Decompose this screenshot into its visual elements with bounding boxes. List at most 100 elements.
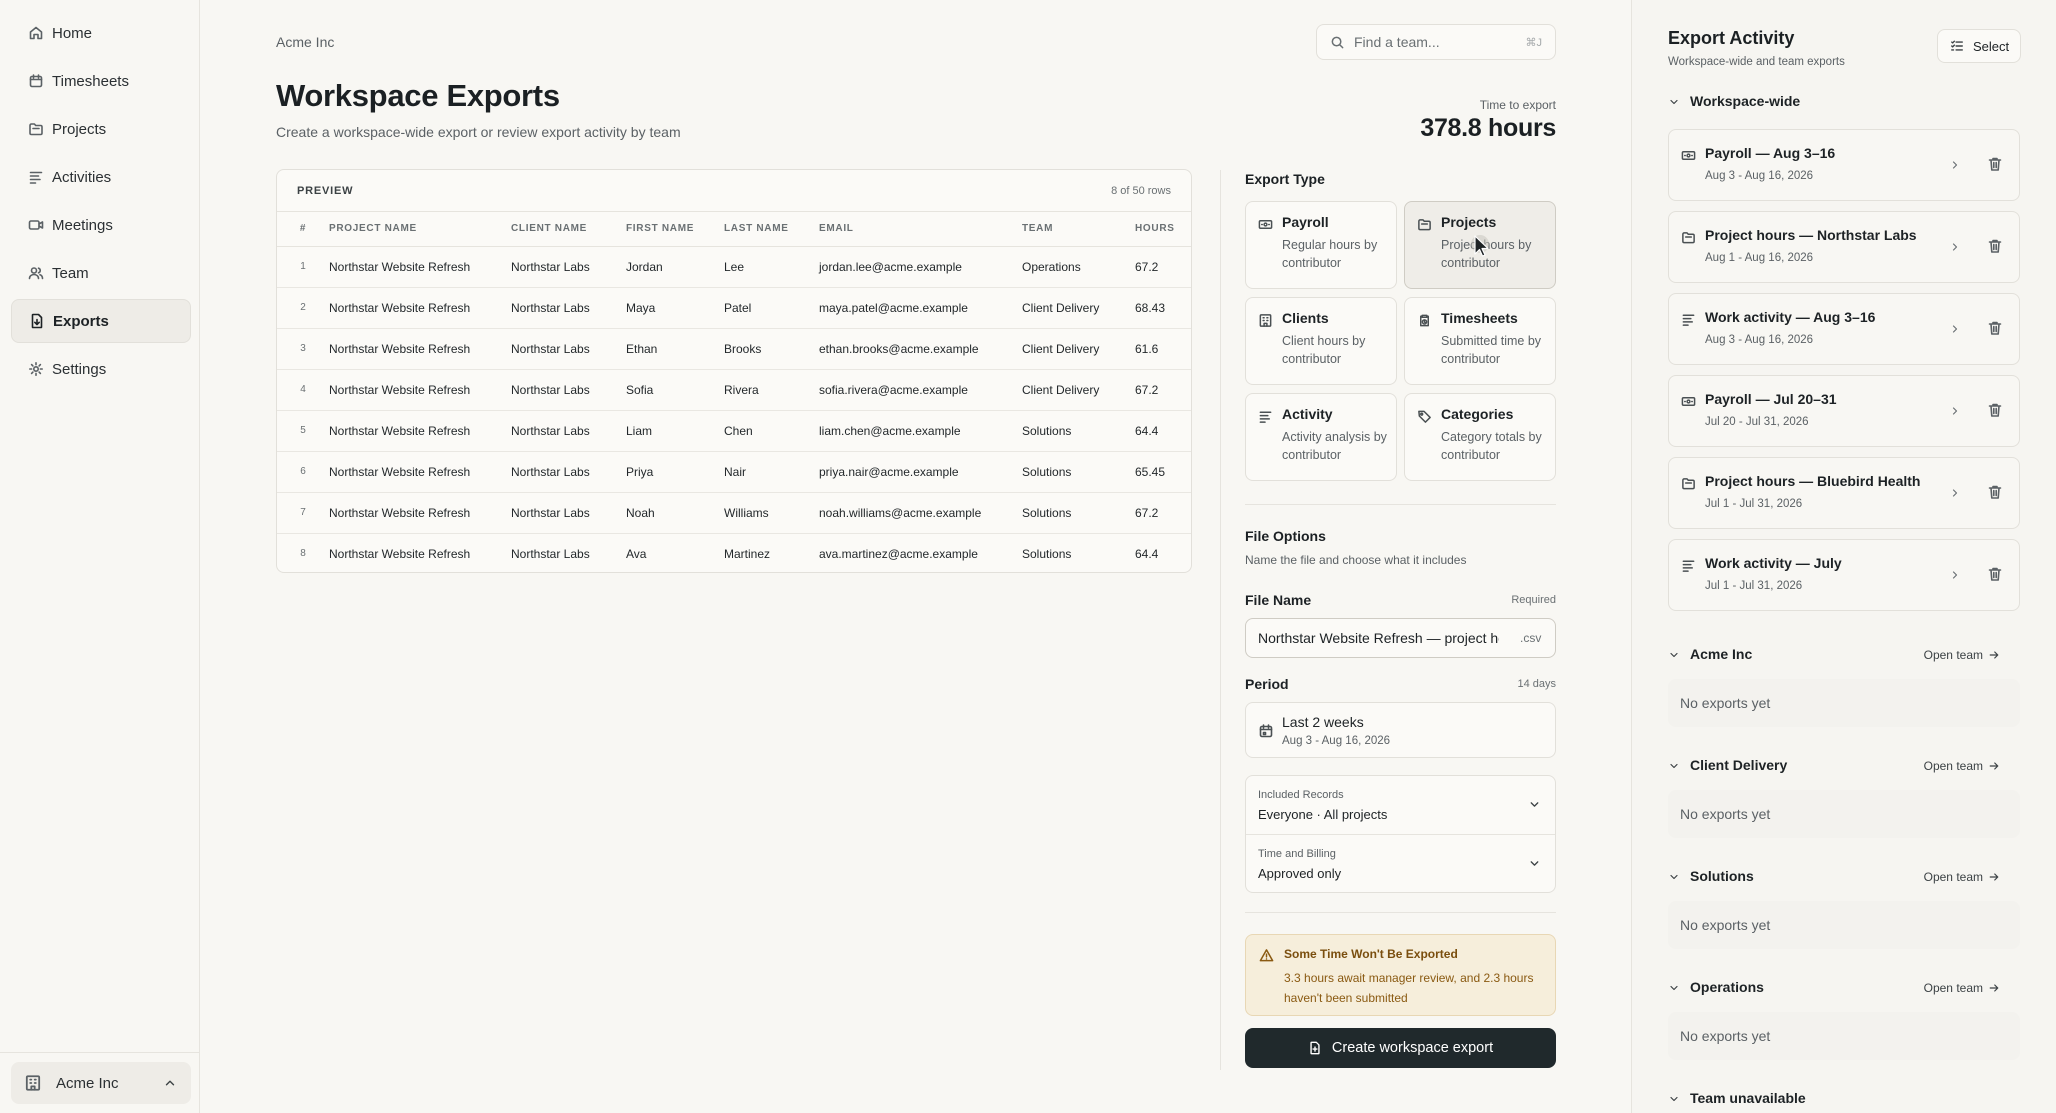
chevron-right-icon[interactable] xyxy=(1949,241,1961,253)
banknote-icon xyxy=(1681,394,1696,409)
table-cell: Solutions xyxy=(1022,492,1135,534)
lines-icon xyxy=(1681,558,1696,573)
sidebar-item-activities[interactable]: Activities xyxy=(11,155,191,199)
group-team-solutions[interactable]: Solutions Open team xyxy=(1668,868,2010,888)
lines-icon xyxy=(28,169,44,185)
included-records-select[interactable]: Included Records Everyone · All projects xyxy=(1246,776,1555,834)
table-cell: Brooks xyxy=(724,328,819,370)
open-team-link[interactable]: Open team xyxy=(1924,981,2000,995)
breadcrumb[interactable]: Acme Inc xyxy=(276,34,334,50)
table-cell: Northstar Website Refresh xyxy=(329,546,471,561)
group-workspace-wide[interactable]: Workspace-wide xyxy=(1668,93,2010,113)
table-cell: Noah xyxy=(626,492,724,534)
sidebar-item-team[interactable]: Team xyxy=(11,251,191,295)
export-date: Aug 3 - Aug 16, 2026 xyxy=(1705,334,1814,346)
trash-icon[interactable] xyxy=(1987,238,2003,254)
export-type-name: Activity xyxy=(1282,406,1333,422)
table-cell: jordan.lee@acme.example xyxy=(819,246,1022,288)
column-header: HOURS xyxy=(1135,212,1191,247)
period-range: Aug 3 - Aug 16, 2026 xyxy=(1282,735,1391,747)
export-type-payroll[interactable]: Payroll Regular hours by contributor xyxy=(1245,201,1397,289)
group-team-client-delivery[interactable]: Client Delivery Open team xyxy=(1668,757,2010,777)
chevron-down-icon xyxy=(1668,982,1680,994)
group-team-operations[interactable]: Operations Open team xyxy=(1668,979,2010,999)
table-cell: Northstar Labs xyxy=(511,287,626,329)
export-item[interactable]: Payroll — Aug 3–16 Aug 3 - Aug 16, 2026 xyxy=(1668,129,2020,201)
group-team-unavailable[interactable]: Team unavailable xyxy=(1668,1090,2010,1110)
file-options-subtitle: Name the file and choose what it include… xyxy=(1245,553,1467,567)
group-name: Solutions xyxy=(1690,868,1754,884)
file-name-input[interactable] xyxy=(1245,618,1556,658)
table-row: 5 Northstar Website Refresh Northstar Labs… xyxy=(277,410,1191,452)
section-divider xyxy=(1245,912,1556,913)
export-type-activity[interactable]: Activity Activity analysis by contributo… xyxy=(1245,393,1397,481)
table-cell: Lee xyxy=(724,246,819,288)
select-button[interactable]: Select xyxy=(1937,29,2021,63)
table-cell: Northstar Labs xyxy=(511,492,626,534)
table-cell: Northstar Labs xyxy=(511,369,626,411)
chevron-right-icon[interactable] xyxy=(1949,323,1961,335)
team-search[interactable]: Find a team... ⌘J xyxy=(1316,24,1556,60)
sidebar-item-settings[interactable]: Settings xyxy=(11,347,191,391)
table-cell: liam.chen@acme.example xyxy=(819,410,1022,452)
empty-state: No exports yet xyxy=(1668,1012,2020,1060)
sidebar-item-projects[interactable]: Projects xyxy=(11,107,191,151)
open-team-label: Open team xyxy=(1923,870,1983,884)
table-cell: 4 xyxy=(277,369,329,411)
org-switcher[interactable]: Acme Inc xyxy=(11,1062,191,1104)
trash-icon[interactable] xyxy=(1987,566,2003,582)
export-type-clients[interactable]: Clients Client hours by contributor xyxy=(1245,297,1397,385)
section-divider xyxy=(1245,504,1556,505)
sidebar-item-timesheets[interactable]: Timesheets xyxy=(11,59,191,103)
chevron-right-icon[interactable] xyxy=(1949,159,1961,171)
page-subtitle: Create a workspace-wide export or review… xyxy=(276,124,681,140)
open-team-label: Open team xyxy=(1923,648,1983,662)
calendar-icon xyxy=(28,73,44,89)
select-button-label: Select xyxy=(1973,38,2010,54)
table-cell: Northstar Labs xyxy=(511,451,626,493)
table-cell: maya.patel@acme.example xyxy=(819,287,1022,329)
table-cell: 2 xyxy=(277,287,329,329)
trash-icon[interactable] xyxy=(1987,320,2003,336)
export-item[interactable]: Payroll — Jul 20–31 Jul 20 - Jul 31, 202… xyxy=(1668,375,2020,447)
trash-icon[interactable] xyxy=(1987,402,2003,418)
open-team-link[interactable]: Open team xyxy=(1924,759,2000,773)
home-icon xyxy=(28,25,44,41)
export-type-description: Client hours by contributor xyxy=(1282,334,1366,366)
trash-icon[interactable] xyxy=(1987,156,2003,172)
table-cell: Solutions xyxy=(1022,546,1072,561)
export-item[interactable]: Work activity — Aug 3–16 Aug 3 - Aug 16,… xyxy=(1668,293,2020,365)
open-team-link[interactable]: Open team xyxy=(1924,648,2000,662)
table-cell: Northstar Website Refresh xyxy=(329,328,511,370)
export-title: Project hours — Northstar Labs xyxy=(1705,227,1917,243)
chevron-down-icon xyxy=(1528,857,1541,870)
export-item[interactable]: Work activity — July Jul 1 - Jul 31, 202… xyxy=(1668,539,2020,611)
chevron-right-icon[interactable] xyxy=(1949,569,1961,581)
export-type-timesheets[interactable]: Timesheets Submitted time by contributor xyxy=(1404,297,1556,385)
create-export-button[interactable]: Create workspace export xyxy=(1245,1028,1556,1068)
table-cell: 8 xyxy=(300,548,306,560)
group-team-acme[interactable]: Acme Inc Open team xyxy=(1668,646,2010,666)
chevron-right-icon[interactable] xyxy=(1949,405,1961,417)
sidebar-item-home[interactable]: Home xyxy=(11,11,191,55)
table-cell: Client Delivery xyxy=(1022,287,1135,329)
sidebar: Home Timesheets Projects Activities Meet… xyxy=(0,0,200,1113)
table-header-row: # PROJECT NAME CLIENT NAME FIRST NAME LA… xyxy=(277,212,1191,247)
group-name: Operations xyxy=(1690,979,1764,995)
group-name: Client Delivery xyxy=(1690,757,1788,773)
export-item[interactable]: Project hours — Bluebird Health Jul 1 - … xyxy=(1668,457,2020,529)
export-type-name: Categories xyxy=(1441,406,1514,422)
mouse-cursor-icon xyxy=(1471,235,1489,257)
trash-icon[interactable] xyxy=(1987,484,2003,500)
sidebar-item-meetings[interactable]: Meetings xyxy=(11,203,191,247)
sidebar-item-exports[interactable]: Exports xyxy=(11,299,191,343)
table-cell: 65.45 xyxy=(1135,451,1191,493)
period-picker[interactable]: Last 2 weeks Aug 3 - Aug 16, 2026 xyxy=(1245,702,1556,758)
open-team-link[interactable]: Open team xyxy=(1924,870,2000,884)
time-billing-select[interactable]: Time and Billing Approved only xyxy=(1246,835,1555,893)
preview-label: PREVIEW xyxy=(297,185,354,197)
export-type-categories[interactable]: Categories Category totals by contributo… xyxy=(1404,393,1556,481)
export-item[interactable]: Project hours — Northstar Labs Aug 1 - A… xyxy=(1668,211,2020,283)
chevron-right-icon[interactable] xyxy=(1949,487,1961,499)
table-cell: Operations xyxy=(1022,246,1135,288)
